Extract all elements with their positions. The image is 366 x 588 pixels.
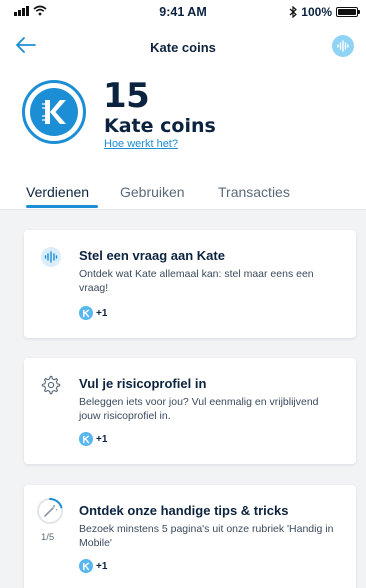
how-it-works-link[interactable]: Hoe werkt het? [104,138,178,150]
reward-amount: +1 [96,560,108,572]
kate-coin-small-icon [79,559,93,573]
navigation-bar: Kate coins [0,32,366,60]
task-card-ask-kate[interactable]: Stel een vraag aan Kate Ontdek wat Kate … [24,230,356,338]
kate-coin-icon [22,80,86,144]
voice-wave-icon [337,40,349,52]
card-description: Bezoek minstens 5 pagina's uit onze rubr… [79,523,334,549]
coin-balance: 15 [103,76,150,116]
reward-badge: +1 [79,559,107,573]
card-title: Ontdek onze handige tips & tricks [79,503,289,518]
card-icon [40,246,62,268]
tab-gebruiken[interactable]: Gebruiken [120,184,185,200]
reward-badge: +1 [79,432,107,446]
progress-ring [36,497,64,525]
gear-icon [41,375,61,395]
tab-bar: Verdienen Gebruiken Transacties [0,184,366,210]
kate-assistant-button[interactable] [332,35,354,57]
card-description: Ontdek wat Kate allemaal kan: stel maar … [79,268,314,294]
task-card-tips-tricks[interactable]: 1/5 Ontdek onze handige tips & tricks Be… [24,485,356,588]
progress-count: 1/5 [41,532,55,543]
tab-transacties[interactable]: Transacties [218,184,290,200]
kate-coin-small-icon [79,306,93,320]
kate-coin-small-icon [79,432,93,446]
card-title: Stel een vraag aan Kate [79,248,225,263]
card-icon [40,374,62,396]
page-title: Kate coins [150,40,216,55]
bluetooth-icon [289,6,298,18]
status-bar: 9:41 AM 100% [0,0,366,24]
voice-wave-icon [41,247,61,267]
reward-badge: +1 [79,306,107,320]
status-right: 100% [289,5,360,19]
coin-unit-label: Kate coins [104,115,216,137]
battery-percent: 100% [301,5,332,19]
battery-icon [336,7,360,17]
card-description: Beleggen iets voor jou? Vul eenmalig en … [79,396,319,422]
card-title: Vul je risicoprofiel in [79,376,207,391]
reward-amount: +1 [96,307,108,319]
reward-amount: +1 [96,433,108,445]
magic-wand-icon [37,498,63,524]
k-letter-icon [42,100,66,124]
tab-verdienen[interactable]: Verdienen [26,184,89,200]
task-card-risk-profile[interactable]: Vul je risicoprofiel in Beleggen iets vo… [24,358,356,464]
active-tab-indicator [26,205,98,208]
